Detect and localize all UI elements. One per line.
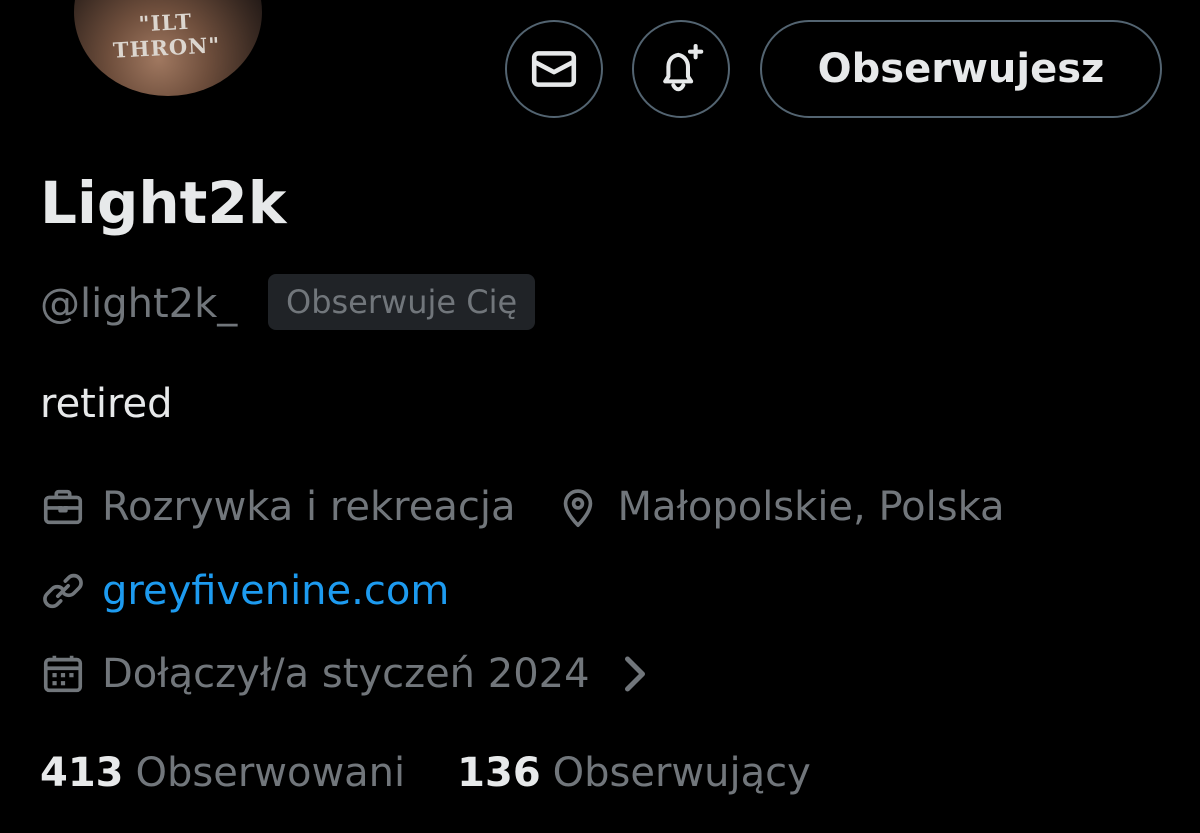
followers-label: Obserwujący (552, 750, 811, 796)
joined-date: Dołączył/a styczeń 2024 (102, 651, 590, 697)
joined-row: Dołączył/a styczeń 2024 (40, 646, 650, 702)
location-icon (555, 484, 601, 530)
professional-category: Rozrywka i rekreacja (102, 484, 516, 530)
bio: retired (40, 381, 173, 427)
following-count: 413 (40, 750, 124, 796)
envelope-icon (529, 44, 579, 94)
profile-meta-row: Rozrywka i rekreacja Małopolskie, Polska (40, 479, 1005, 535)
link-icon (40, 568, 86, 614)
website-link[interactable]: greyfivenine.com (102, 563, 449, 619)
following-label: Obserwowani (135, 750, 406, 796)
display-name: Light2k (40, 169, 287, 237)
calendar-icon (40, 651, 86, 697)
briefcase-icon (40, 484, 86, 530)
website-row: greyfivenine.com (40, 563, 449, 619)
followers-stat[interactable]: 136 Obserwujący (457, 745, 811, 801)
followers-count: 136 (457, 750, 541, 796)
avatar-text: "ILT THRON" (112, 8, 221, 63)
following-button[interactable]: Obserwujesz (760, 20, 1162, 118)
handle: @light2k_ (40, 281, 238, 327)
follow-stats: 413 Obserwowani 136 Obserwujący (40, 745, 811, 801)
following-stat[interactable]: 413 Obserwowani (40, 745, 405, 801)
avatar[interactable]: "ILT THRON" (74, 0, 262, 96)
chevron-right-icon[interactable] (620, 654, 650, 694)
bell-plus-icon (654, 42, 708, 96)
location-text: Małopolskie, Polska (617, 484, 1005, 530)
message-button[interactable] (505, 20, 603, 118)
notifications-button[interactable] (632, 20, 730, 118)
follows-you-badge: Obserwuje Cię (268, 274, 536, 330)
